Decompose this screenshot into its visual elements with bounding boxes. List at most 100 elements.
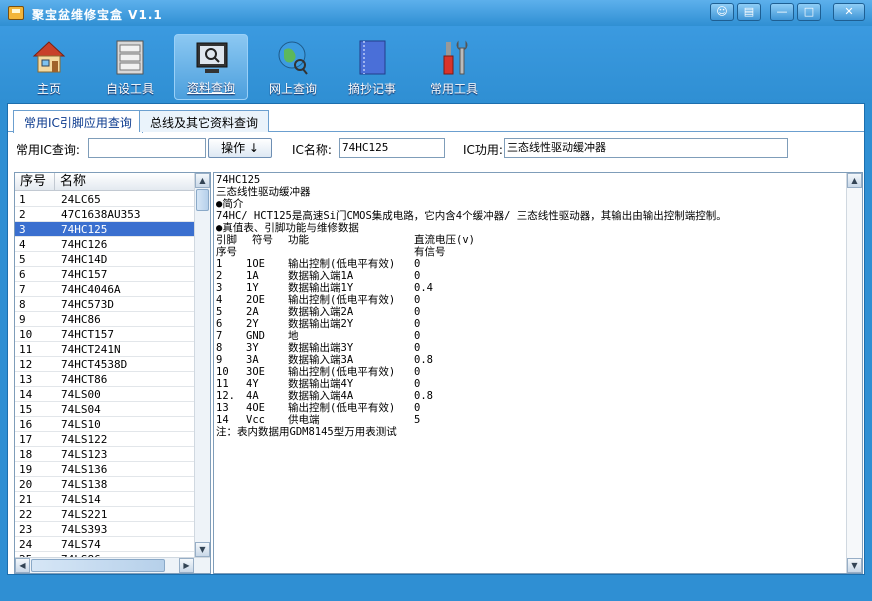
toolbar-web-query-button[interactable]: 网上查询 (256, 34, 330, 100)
operate-button[interactable]: 操作 ↓ (208, 138, 272, 158)
row-ic-name: 74LS123 (61, 448, 108, 461)
pin-row: 10 3OE 输出控制(低电平有效) 0 (216, 366, 844, 378)
pin-voltage: 0.4 (414, 282, 433, 294)
detail-ic-function: 三态线性驱动缓冲器 (216, 186, 311, 198)
scroll-up-button[interactable]: ▲ (847, 173, 862, 188)
toolbar-common-tools-button[interactable]: 常用工具 (417, 34, 491, 100)
table-row[interactable]: 8 74HC573D (15, 297, 195, 312)
scroll-down-button[interactable]: ▼ (195, 542, 210, 557)
ic-detail-text[interactable]: 74HC125 三态线性驱动缓冲器 ●简介 74HC/ HCT125是高速Si门… (213, 172, 863, 574)
row-index: 13 (19, 373, 33, 386)
table-row[interactable]: 2 47C1638AU353 (15, 207, 195, 222)
tools-icon (443, 40, 468, 75)
row-ic-name: 74HC573D (61, 298, 114, 311)
table-row[interactable]: 1 24LC65 (15, 192, 195, 207)
list-horizontal-scrollbar[interactable]: ◀ ▶ (15, 557, 210, 573)
ic-function-field[interactable]: 三态线性驱动缓冲器 (504, 138, 788, 158)
table-row[interactable]: 12 74HCT4538D (15, 357, 195, 372)
toolbar-notes-button[interactable]: 摘抄记事 (335, 34, 409, 100)
table-row[interactable]: 15 74LS04 (15, 402, 195, 417)
hscroll-thumb[interactable] (31, 559, 165, 572)
table-row[interactable]: 4 74HC126 (15, 237, 195, 252)
table-row[interactable]: 24 74LS74 (15, 537, 195, 552)
pin-number: 2 (216, 270, 223, 282)
scroll-right-button[interactable]: ▶ (179, 558, 194, 573)
row-index: 14 (19, 388, 33, 401)
row-ic-name: 74HC125 (61, 223, 108, 236)
row-index: 12 (19, 358, 33, 371)
table-row[interactable]: 20 74LS138 (15, 477, 195, 492)
row-index: 2 (19, 208, 26, 221)
table-row[interactable]: 7 74HC4046A (15, 282, 195, 297)
pin-function: 输出控制(低电平有效) (288, 402, 396, 414)
maximize-button[interactable]: □ (797, 3, 821, 21)
pin-number: 10 (216, 366, 229, 378)
pin-function: 输出控制(低电平有效) (288, 258, 396, 270)
pin-voltage: 0 (414, 366, 421, 378)
table-row[interactable]: 14 74LS00 (15, 387, 195, 402)
table-row[interactable]: 10 74HCT157 (15, 327, 195, 342)
pin-function: 数据输出端2Y (288, 318, 354, 330)
row-ic-name: 74LS04 (61, 403, 101, 416)
table-row[interactable]: 21 74LS14 (15, 492, 195, 507)
table-row[interactable]: 11 74HCT241N (15, 342, 195, 357)
table-row[interactable]: 22 74LS221 (15, 507, 195, 522)
menu-button[interactable]: ▤ (737, 3, 761, 21)
pin-voltage: 0 (414, 258, 421, 270)
table-row[interactable]: 23 74LS393 (15, 522, 195, 537)
ic-name-field[interactable]: 74HC125 (339, 138, 445, 158)
pin-symbol: 1OE (246, 258, 265, 270)
table-row[interactable]: 3 74HC125 (15, 222, 195, 237)
tab-bus-other-query[interactable]: 总线及其它资料查询 (139, 110, 270, 132)
pin-symbol: 3A (246, 354, 259, 366)
list-rows: 1 24LC65 2 47C1638AU353 3 74HC125 4 74HC126 5 74H… (15, 192, 195, 567)
table-row[interactable]: 9 74HC86 (15, 312, 195, 327)
pin-symbol: 2OE (246, 294, 265, 306)
toolbar-custom-tools-button[interactable]: 自设工具 (93, 34, 167, 100)
close-button[interactable]: ✕ (833, 3, 865, 21)
minimize-button[interactable]: — (770, 3, 794, 21)
pin-row: 1 1OE 输出控制(低电平有效) 0 (216, 258, 844, 270)
table-row[interactable]: 19 74LS136 (15, 462, 195, 477)
row-ic-name: 74HC126 (61, 238, 108, 251)
row-ic-name: 74HCT4538D (61, 358, 128, 371)
seq-column-header: 序号 (216, 246, 237, 258)
table-row[interactable]: 5 74HC14D (15, 252, 195, 267)
globe-search-icon (278, 41, 308, 75)
scroll-thumb[interactable] (196, 189, 209, 211)
status-bar (0, 578, 872, 601)
scroll-left-button[interactable]: ◀ (15, 558, 30, 573)
table-row[interactable]: 17 74LS122 (15, 432, 195, 447)
table-row[interactable]: 13 74HCT86 (15, 372, 195, 387)
cabinet-icon (116, 40, 144, 75)
tab-ic-pin-query[interactable]: 常用IC引脚应用查询 (13, 110, 143, 133)
ic-query-input[interactable] (88, 138, 206, 158)
table-row[interactable]: 16 74LS10 (15, 417, 195, 432)
column-header-index[interactable]: 序号 (15, 173, 55, 191)
row-index: 9 (19, 313, 26, 326)
table-row[interactable]: 18 74LS123 (15, 447, 195, 462)
detail-vertical-scrollbar[interactable]: ▲ ▼ (846, 173, 862, 573)
pin-number: 4 (216, 294, 223, 306)
pin-function: 数据输出端3Y (288, 342, 354, 354)
table-row[interactable]: 6 74HC157 (15, 267, 195, 282)
row-ic-name: 74LS00 (61, 388, 101, 401)
pin-number: 14 (216, 414, 229, 426)
list-vertical-scrollbar[interactable]: ▲ ▼ (194, 173, 210, 557)
scroll-down-button[interactable]: ▼ (847, 558, 862, 573)
row-ic-name: 74HCT241N (61, 343, 121, 356)
pin-symbol: 4A (246, 390, 259, 402)
scroll-up-button[interactable]: ▲ (195, 173, 210, 188)
column-header-name[interactable]: 名称 (55, 173, 195, 191)
pin-symbol: GND (246, 330, 265, 342)
row-index: 19 (19, 463, 33, 476)
pin-voltage: 0 (414, 402, 421, 414)
toolbar-home-button[interactable]: 主页 (12, 34, 86, 100)
toolbar-data-query-button[interactable]: 资料查询 (174, 34, 248, 100)
feedback-button[interactable]: ☺ (710, 3, 734, 21)
ic-list[interactable]: 序号 名称 1 24LC65 2 47C1638AU353 3 74HC125 4 74HC1… (14, 172, 211, 574)
pin-function: 地 (288, 330, 299, 342)
pin-row: 13 4OE 输出控制(低电平有效) 0 (216, 402, 844, 414)
pin-function: 数据输出端1Y (288, 282, 354, 294)
pin-row: 7 GND 地 0 (216, 330, 844, 342)
